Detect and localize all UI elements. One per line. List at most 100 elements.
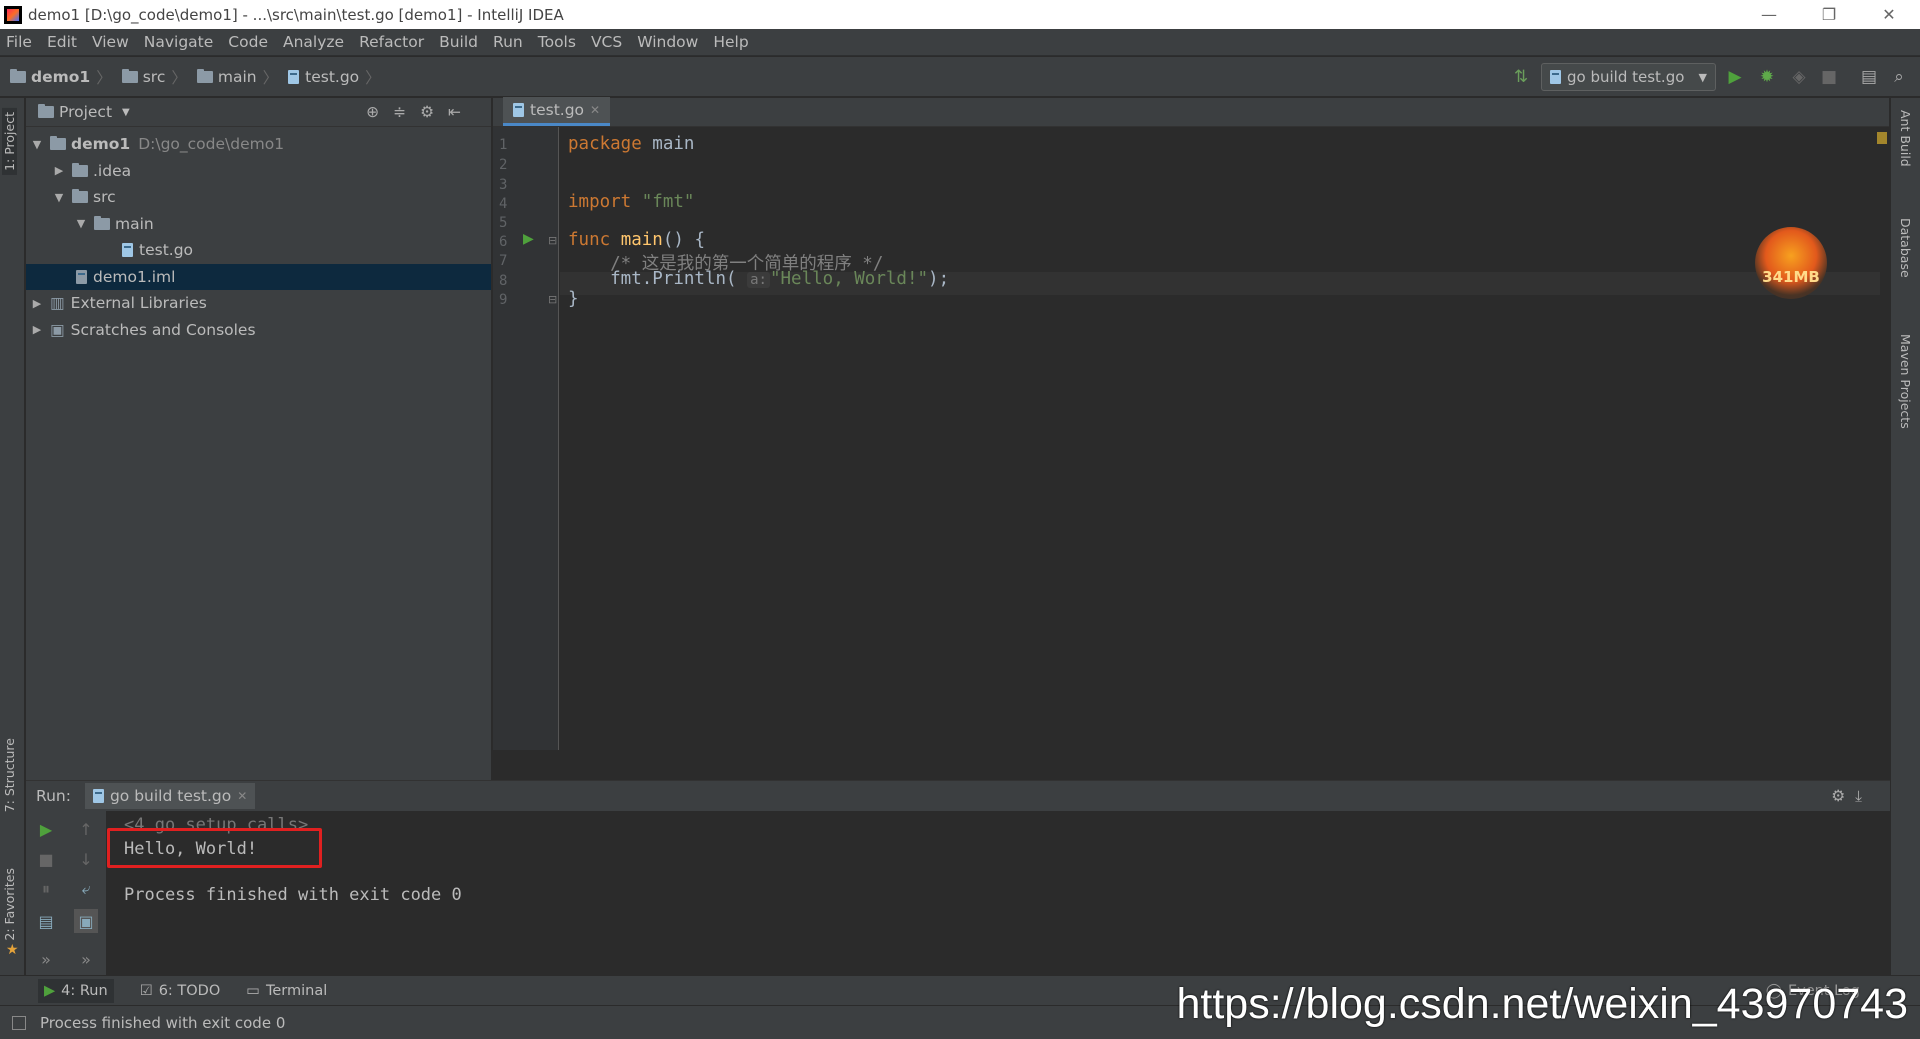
coverage-icon[interactable]: ◈ bbox=[1788, 66, 1810, 88]
inspection-marker[interactable] bbox=[1877, 132, 1887, 144]
tab-label: Terminal bbox=[265, 982, 328, 999]
project-view-select[interactable]: Project bbox=[59, 103, 112, 121]
breadcrumb-test-go[interactable]: test.go 〉 bbox=[288, 66, 381, 88]
run-toolbar: ▶ ↑ ■ ↓ ⏸ ⤶ ▤ ▣ » » bbox=[26, 811, 106, 976]
menu-code[interactable]: Code bbox=[228, 33, 268, 51]
terminal-icon: ▭ bbox=[246, 982, 260, 999]
breadcrumb-src[interactable]: src 〉 bbox=[121, 66, 187, 88]
tab-run[interactable]: ▶ 4: Run bbox=[38, 978, 114, 1003]
code-line-6[interactable]: func main() { bbox=[568, 230, 705, 250]
tree-item-demo1-iml[interactable]: demo1.iml bbox=[26, 263, 491, 290]
menu-tools[interactable]: Tools bbox=[538, 33, 576, 51]
tree-item-idea[interactable]: ▶ .idea bbox=[26, 158, 491, 185]
menu-vcs[interactable]: VCS bbox=[591, 33, 622, 51]
intellij-logo-icon bbox=[4, 5, 22, 24]
keyword: func bbox=[568, 230, 611, 250]
tab-structure[interactable]: 7: Structure bbox=[2, 738, 17, 812]
toggle-tool-windows-icon[interactable] bbox=[12, 1015, 26, 1030]
menu-view[interactable]: View bbox=[92, 33, 129, 51]
project-folder-icon bbox=[10, 68, 26, 83]
search-icon[interactable]: ⌕ bbox=[1888, 66, 1910, 88]
tree-item-external-libraries[interactable]: ▶ ▥ External Libraries bbox=[26, 290, 491, 317]
stop-icon[interactable]: ■ bbox=[34, 847, 58, 871]
gear-icon[interactable]: ⚙ bbox=[1831, 787, 1855, 805]
dump-threads-icon[interactable]: ▤ bbox=[34, 909, 58, 933]
code-text: main bbox=[641, 134, 695, 154]
menu-analyze[interactable]: Analyze bbox=[283, 33, 344, 51]
chevron-down-icon[interactable]: ▼ bbox=[122, 107, 130, 118]
code-text: () { bbox=[662, 230, 706, 250]
restore-icon[interactable]: ❐ bbox=[1800, 0, 1858, 29]
tab-terminal[interactable]: ▭ Terminal bbox=[246, 983, 327, 999]
expanded-arrow-icon[interactable]: ▼ bbox=[52, 191, 66, 204]
project-structure-icon[interactable]: ▤ bbox=[1858, 66, 1880, 88]
menu-build[interactable]: Build bbox=[439, 33, 478, 51]
breadcrumb-demo1[interactable]: demo1 〉 bbox=[10, 66, 112, 88]
gear-icon[interactable]: ⚙ bbox=[420, 103, 448, 121]
run-panel-header: Run: go build test.go ✕ ⚙⤓ bbox=[26, 781, 1890, 811]
expanded-arrow-icon[interactable]: ▼ bbox=[74, 217, 88, 230]
memory-label: 341MB bbox=[1762, 268, 1820, 286]
tab-project[interactable]: 1: Project bbox=[2, 108, 17, 175]
stop-icon[interactable]: ■ bbox=[1818, 66, 1840, 88]
tab-todo[interactable]: ☑ 6: TODO bbox=[140, 983, 221, 999]
tree-item-scratches[interactable]: ▶ ▣ Scratches and Consoles bbox=[26, 317, 491, 344]
fold-icon[interactable]: ⊟ bbox=[548, 293, 557, 306]
down-arrow-icon[interactable]: ↓ bbox=[74, 847, 98, 871]
menu-edit[interactable]: Edit bbox=[47, 33, 77, 51]
code-line-9[interactable]: } bbox=[568, 289, 579, 309]
line-number: 7 bbox=[499, 253, 508, 269]
string-literal: "fmt" bbox=[641, 192, 695, 212]
run-icon[interactable]: ▶ bbox=[1724, 66, 1746, 88]
code-line-8[interactable]: fmt.Println( a: "Hello, World!"); bbox=[568, 269, 949, 289]
vcs-update-icon[interactable]: ⇅ bbox=[1510, 66, 1532, 88]
locate-icon[interactable]: ⊕ bbox=[366, 103, 393, 121]
more-icon[interactable]: » bbox=[34, 947, 58, 971]
tab-favorites[interactable]: 2: Favorites bbox=[2, 868, 17, 941]
breadcrumb-main[interactable]: main 〉 bbox=[196, 66, 278, 88]
scroll-to-end-icon[interactable]: ▣ bbox=[74, 909, 98, 933]
menu-window[interactable]: Window bbox=[637, 33, 698, 51]
minimize-icon[interactable]: — bbox=[1740, 0, 1798, 29]
memory-indicator[interactable]: 341MB bbox=[1755, 227, 1827, 299]
tree-item-test-go[interactable]: test.go bbox=[26, 237, 491, 264]
hide-icon[interactable]: ⇤ bbox=[448, 103, 475, 121]
up-arrow-icon[interactable]: ↑ bbox=[74, 817, 98, 841]
rerun-icon[interactable]: ▶ bbox=[34, 817, 58, 841]
close-icon[interactable]: ✕ bbox=[1860, 0, 1918, 29]
tree-item-src[interactable]: ▼ src bbox=[26, 184, 491, 211]
tab-database[interactable]: Database bbox=[1898, 218, 1913, 278]
menu-refactor[interactable]: Refactor bbox=[359, 33, 424, 51]
close-tab-icon[interactable]: ✕ bbox=[237, 789, 247, 803]
menu-file[interactable]: File bbox=[6, 33, 32, 51]
menu-run[interactable]: Run bbox=[493, 33, 523, 51]
tab-maven-projects[interactable]: Maven Projects bbox=[1898, 334, 1913, 429]
code-line-4[interactable]: import "fmt" bbox=[568, 192, 694, 212]
hide-panel-icon[interactable]: ⤓ bbox=[1855, 787, 1872, 805]
collapsed-arrow-icon[interactable]: ▶ bbox=[52, 164, 66, 177]
editor-tab-test-go[interactable]: test.go ✕ bbox=[503, 97, 611, 126]
menu-help[interactable]: Help bbox=[713, 33, 748, 51]
run-tab[interactable]: go build test.go ✕ bbox=[84, 783, 256, 809]
fold-icon[interactable]: ⊟ bbox=[548, 234, 557, 247]
menu-navigate[interactable]: Navigate bbox=[144, 33, 214, 51]
soft-wrap-icon[interactable]: ⤶ bbox=[74, 877, 98, 901]
debug-icon[interactable]: ✹ bbox=[1756, 66, 1778, 88]
collapsed-arrow-icon[interactable]: ▶ bbox=[30, 297, 44, 310]
line-number: 8 bbox=[499, 273, 508, 289]
status-message: Process finished with exit code 0 bbox=[40, 1013, 286, 1032]
collapse-all-icon[interactable]: ≑ bbox=[393, 103, 420, 121]
more-icon[interactable]: » bbox=[74, 947, 98, 971]
run-gutter-icon[interactable]: ▶ bbox=[523, 231, 534, 247]
tab-ant-build[interactable]: Ant Build bbox=[1898, 110, 1913, 167]
tree-item-demo1[interactable]: ▼ demo1 D:\go_code\demo1 bbox=[26, 131, 491, 158]
pause-icon[interactable]: ⏸ bbox=[34, 877, 58, 901]
parameter-hint: a: bbox=[747, 272, 770, 288]
expanded-arrow-icon[interactable]: ▼ bbox=[30, 138, 44, 151]
collapsed-arrow-icon[interactable]: ▶ bbox=[30, 323, 44, 336]
tree-item-main[interactable]: ▼ main bbox=[26, 211, 491, 238]
run-configuration-select[interactable]: go build test.go ▼ bbox=[1541, 63, 1716, 91]
tree-item-label: demo1 bbox=[71, 135, 131, 154]
close-tab-icon[interactable]: ✕ bbox=[590, 103, 600, 117]
code-line-1[interactable]: package main bbox=[568, 134, 694, 154]
